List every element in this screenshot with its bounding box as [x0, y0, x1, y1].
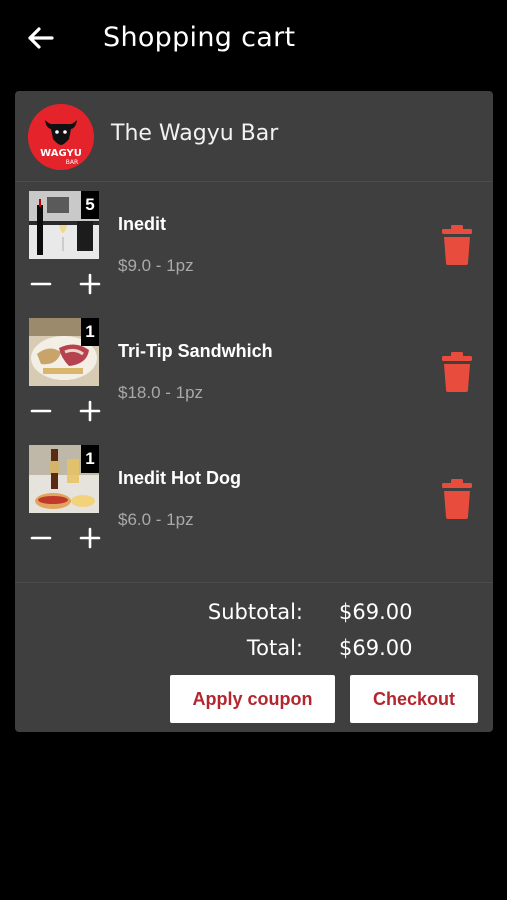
- item-image: 1: [29, 445, 99, 513]
- minus-icon: [30, 409, 52, 413]
- arrow-left-icon: [28, 27, 54, 49]
- total-value: $69.00: [339, 636, 413, 660]
- item-name: Inedit: [118, 214, 166, 234]
- checkout-button[interactable]: Checkout: [350, 675, 478, 723]
- cart-item: 5 Inedit $9.0 - 1pz: [15, 191, 493, 317]
- store-header: WAGYU BAR The Wagyu Bar: [15, 91, 493, 182]
- decrease-quantity-button[interactable]: [28, 271, 54, 297]
- plus-icon: [79, 273, 101, 295]
- page-title: Shopping cart: [103, 22, 296, 53]
- item-price: $6.0 - 1pz: [118, 510, 194, 529]
- app-bar: Shopping cart: [0, 0, 507, 78]
- quantity-badge: 1: [81, 318, 99, 346]
- apply-coupon-button[interactable]: Apply coupon: [170, 675, 335, 723]
- trash-icon: [442, 225, 472, 265]
- trash-icon: [442, 479, 472, 519]
- increase-quantity-button[interactable]: [77, 398, 103, 424]
- item-image: 1: [29, 318, 99, 386]
- decrease-quantity-button[interactable]: [28, 398, 54, 424]
- total-label: Total:: [246, 636, 303, 660]
- quantity-badge: 1: [81, 445, 99, 473]
- cart-item: 1 Tri-Tip Sandwhich $18.0 - 1pz: [15, 318, 493, 444]
- cart-card: WAGYU BAR The Wagyu Bar 5 Inedit $9.0 - …: [15, 91, 493, 732]
- wagyu-logo-icon: WAGYU BAR: [28, 104, 94, 170]
- delete-item-button[interactable]: [442, 352, 472, 392]
- quantity-badge: 5: [81, 191, 99, 219]
- minus-icon: [30, 536, 52, 540]
- delete-item-button[interactable]: [442, 479, 472, 519]
- increase-quantity-button[interactable]: [77, 271, 103, 297]
- trash-icon: [442, 352, 472, 392]
- store-name: The Wagyu Bar: [111, 121, 279, 146]
- plus-icon: [79, 400, 101, 422]
- subtotal-label: Subtotal:: [207, 600, 303, 624]
- back-button[interactable]: [24, 22, 56, 54]
- minus-icon: [30, 282, 52, 286]
- item-price: $9.0 - 1pz: [118, 256, 194, 275]
- store-logo: WAGYU BAR: [28, 104, 94, 170]
- logo-text: WAGYU: [40, 148, 82, 159]
- item-name: Tri-Tip Sandwhich: [118, 341, 273, 361]
- cart-item: 1 Inedit Hot Dog $6.0 - 1pz: [15, 445, 493, 571]
- subtotal-value: $69.00: [339, 600, 413, 624]
- delete-item-button[interactable]: [442, 225, 472, 265]
- item-image: 5: [29, 191, 99, 259]
- item-price: $18.0 - 1pz: [118, 383, 204, 402]
- logo-subtext: BAR: [66, 159, 78, 166]
- increase-quantity-button[interactable]: [77, 525, 103, 551]
- decrease-quantity-button[interactable]: [28, 525, 54, 551]
- item-name: Inedit Hot Dog: [118, 468, 241, 488]
- plus-icon: [79, 527, 101, 549]
